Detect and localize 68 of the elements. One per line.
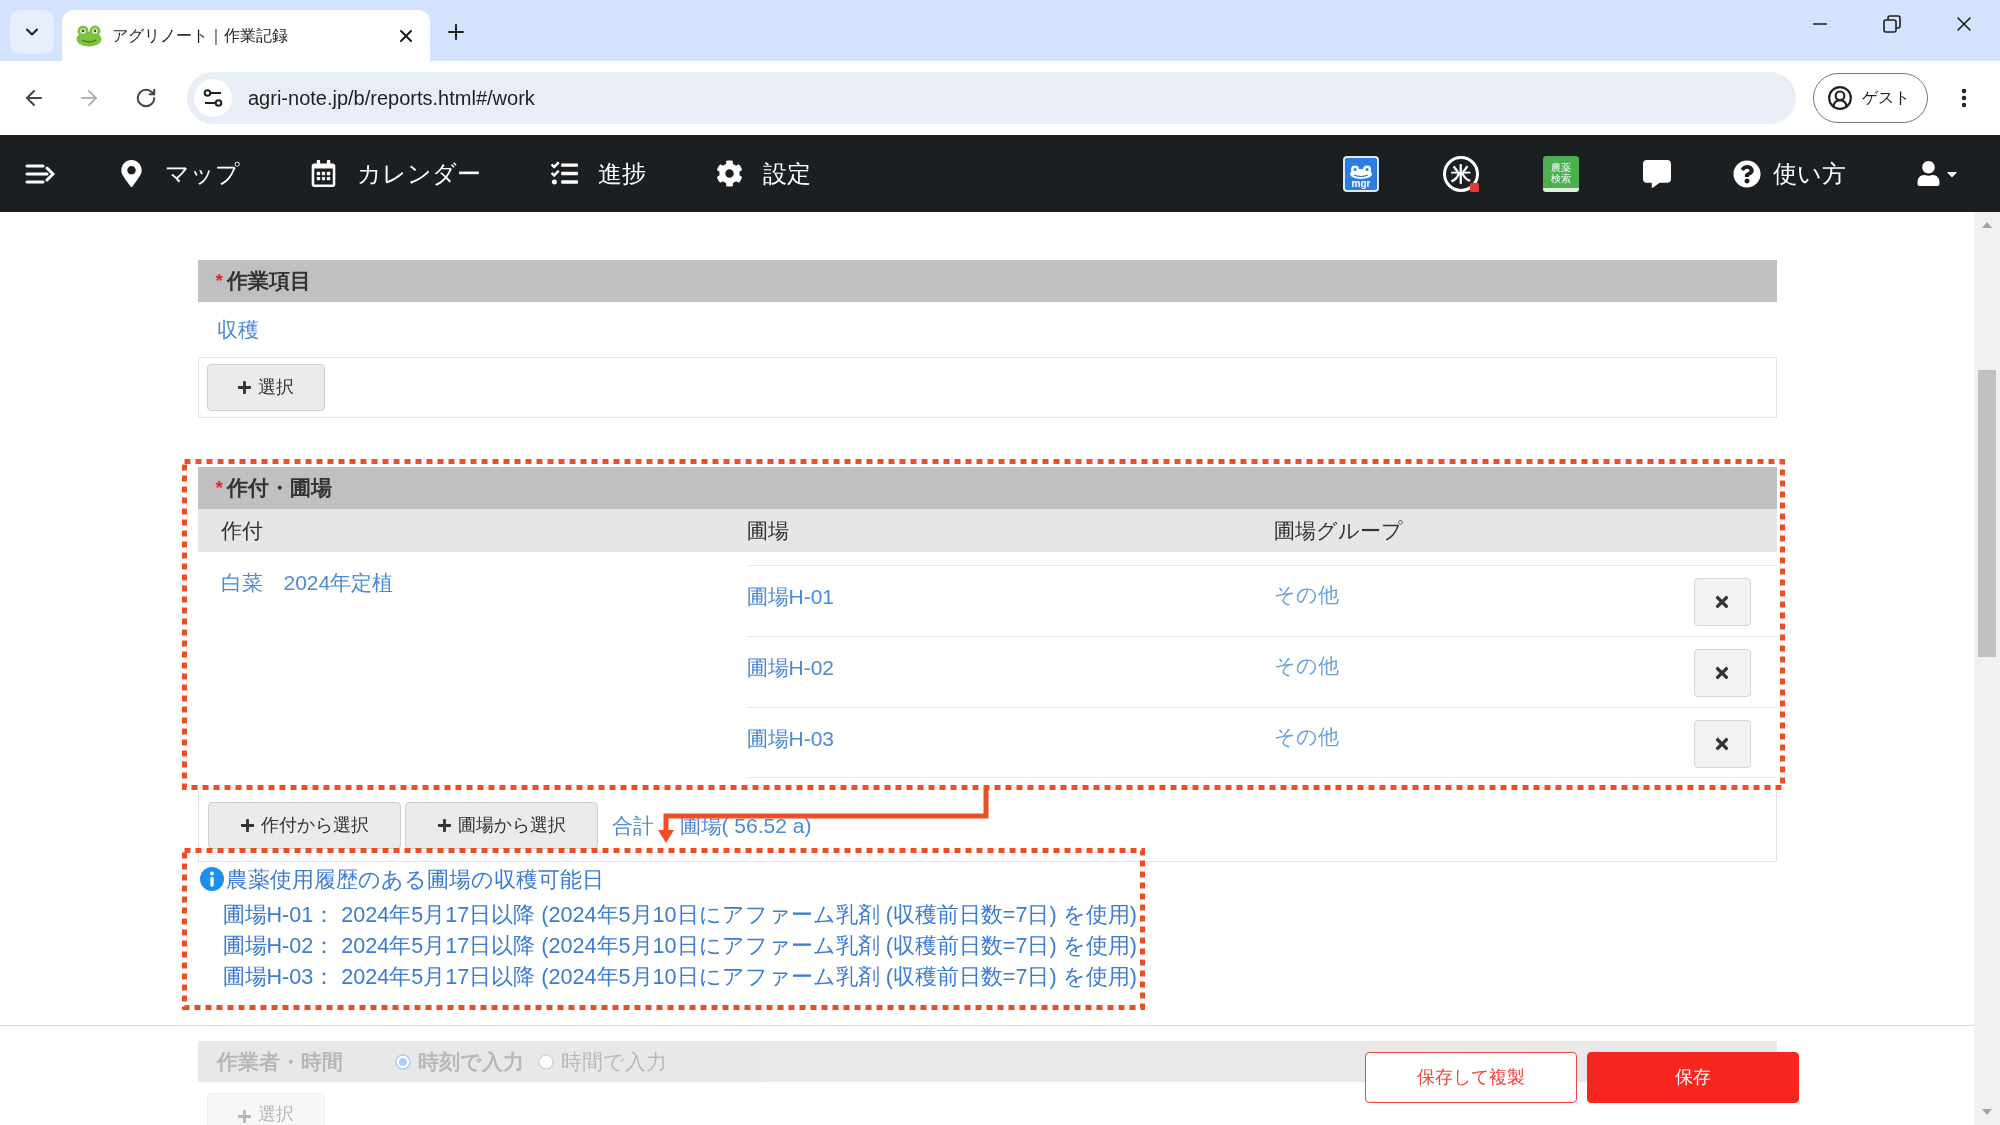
- address-field[interactable]: agri-note.jp/b/reports.html#/work: [187, 72, 1796, 124]
- group-link[interactable]: その他: [1273, 581, 1339, 609]
- field-link[interactable]: 圃場H-02: [746, 654, 835, 682]
- section-title: 作業項目: [226, 268, 311, 295]
- plus-icon: [237, 380, 252, 395]
- group-link[interactable]: その他: [1273, 723, 1339, 751]
- select-button[interactable]: 圃場から選択: [404, 802, 598, 849]
- chat-icon[interactable]: [1643, 159, 1671, 188]
- radio-icon[interactable]: [537, 1053, 554, 1070]
- remove-button[interactable]: [1693, 578, 1751, 626]
- field-link[interactable]: 圃場H-03: [746, 725, 835, 753]
- menu-icon[interactable]: [25, 162, 55, 185]
- column-header: 圃場グループ: [1273, 517, 1404, 544]
- checklist-icon: [551, 160, 578, 187]
- required-mark: *: [215, 475, 223, 500]
- site-info-icon[interactable]: [194, 79, 232, 117]
- section-title: 作付・圃場: [226, 475, 332, 502]
- total-label: 合計: [611, 812, 654, 839]
- column-header: 圃場: [746, 517, 790, 544]
- scrollbar-thumb[interactable]: [1978, 370, 1996, 657]
- x-icon: [1713, 664, 1731, 682]
- group-link[interactable]: その他: [1273, 652, 1339, 680]
- reload-icon[interactable]: [135, 87, 157, 109]
- pesticide-book-button[interactable]: 農薬検索: [1543, 155, 1579, 192]
- manager-app-button[interactable]: mgr: [1343, 155, 1379, 192]
- save-copy-button[interactable]: 保存して複製: [1365, 1052, 1577, 1103]
- help-link[interactable]: 使い方: [1733, 155, 1846, 192]
- notice-line: 圃場H-02： 2024年5月17日以降 (2024年5月10日にアファーム乳剤 (収穫前日数=7日) を使用): [222, 932, 1137, 960]
- badge-icon: [1470, 182, 1479, 192]
- required-mark: *: [215, 268, 223, 293]
- help-icon: [1733, 159, 1761, 188]
- radio-icon[interactable]: [394, 1053, 411, 1070]
- user-circle-icon: [1827, 85, 1853, 111]
- select-button[interactable]: 選択: [206, 364, 325, 411]
- field-link[interactable]: 圃場H-01: [746, 583, 835, 611]
- nav-link[interactable]: 設定: [716, 155, 811, 192]
- x-icon: [1713, 593, 1731, 611]
- work-item-link[interactable]: 収穫: [216, 313, 259, 346]
- tab-search-button[interactable]: [10, 10, 54, 54]
- plus-icon: [237, 1109, 252, 1124]
- calendar-icon: [310, 160, 337, 187]
- tab-title: アグリノート｜作業記録: [112, 25, 288, 47]
- nav-link[interactable]: 進捗: [551, 155, 646, 192]
- remove-button[interactable]: [1693, 649, 1751, 697]
- notice-line: 圃場H-01： 2024年5月17日以降 (2024年5月10日にアファーム乳剤 (収穫前日数=7日) を使用): [222, 901, 1137, 929]
- settings-icon: [716, 160, 743, 187]
- column-header: 作付: [219, 517, 264, 544]
- save-button[interactable]: 保存: [1587, 1052, 1799, 1103]
- frog-icon: [76, 24, 102, 47]
- plus-icon: [436, 818, 452, 833]
- notice-line: 圃場H-03： 2024年5月17日以降 (2024年5月10日にアファーム乳剤 (収穫前日数=7日) を使用): [222, 963, 1137, 991]
- profile-button[interactable]: ゲスト: [1813, 73, 1928, 123]
- scrollbar[interactable]: [1974, 212, 2000, 1125]
- x-icon: [1713, 735, 1731, 753]
- notice-title: 農薬使用履歴のある圃場の収穫可能日: [225, 865, 604, 894]
- pin-icon: [118, 160, 145, 187]
- nav-link[interactable]: マップ: [118, 155, 240, 192]
- rice-app-button[interactable]: 米: [1443, 155, 1479, 192]
- info-icon: [199, 867, 224, 891]
- remove-button[interactable]: [1693, 720, 1751, 768]
- user-icon[interactable]: [1916, 161, 1941, 186]
- restore-icon[interactable]: [1883, 15, 1901, 33]
- select-button[interactable]: 作付から選択: [207, 802, 401, 849]
- nav-link[interactable]: カレンダー: [310, 155, 481, 192]
- plus-icon: [239, 818, 255, 833]
- frog-icon: [1349, 164, 1373, 179]
- crop-link[interactable]: 白菜 2024年定植: [220, 571, 394, 594]
- browser-tab[interactable]: アグリノート｜作業記録: [62, 10, 430, 61]
